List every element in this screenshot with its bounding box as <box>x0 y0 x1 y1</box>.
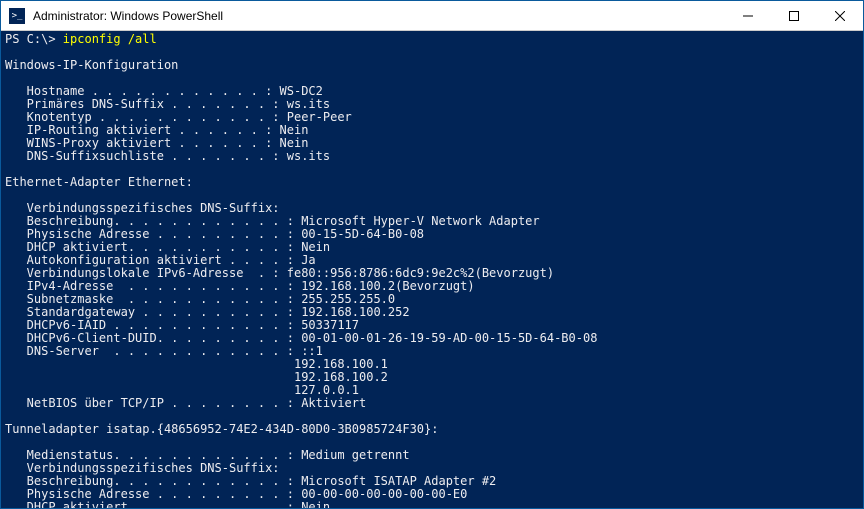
minimize-button[interactable] <box>725 1 771 30</box>
terminal-output[interactable]: PS C:\> ipconfig /all Windows-IP-Konfigu… <box>1 31 863 508</box>
titlebar: >_ Administrator: Windows PowerShell <box>1 1 863 31</box>
prompt: PS C:\> <box>5 32 63 46</box>
window-controls <box>725 1 863 30</box>
command-text: ipconfig /all <box>63 32 157 46</box>
close-button[interactable] <box>817 1 863 30</box>
powershell-icon: >_ <box>9 8 25 24</box>
powershell-window: >_ Administrator: Windows PowerShell PS … <box>0 0 864 509</box>
window-title: Administrator: Windows PowerShell <box>31 9 725 23</box>
maximize-button[interactable] <box>771 1 817 30</box>
